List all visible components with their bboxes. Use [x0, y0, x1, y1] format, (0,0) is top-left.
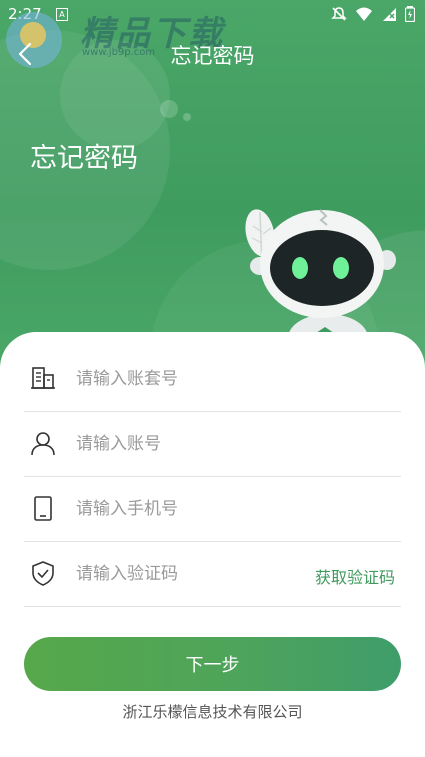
decor-dot [183, 113, 191, 121]
account-field [24, 412, 401, 477]
phone-icon [34, 496, 52, 521]
verification-code-input[interactable] [74, 556, 308, 592]
account-set-input[interactable] [74, 361, 308, 397]
hero-title: 忘记密码 [30, 143, 138, 174]
verification-code-field: 获取验证码 [24, 542, 401, 607]
wifi-icon [356, 7, 372, 21]
shield-icon [32, 561, 54, 586]
phone-field [24, 477, 401, 542]
page-title: 忘记密码 [170, 44, 255, 68]
decor-dot [160, 100, 178, 118]
user-icon [31, 432, 55, 456]
phone-input[interactable] [74, 491, 308, 527]
bell-off-icon [331, 7, 347, 21]
battery-icon [405, 6, 415, 22]
robot-mascot-illustration [245, 209, 396, 338]
account-set-field [24, 347, 401, 412]
account-input[interactable] [74, 426, 308, 462]
building-icon [31, 367, 55, 389]
signal-icon [383, 8, 396, 21]
hero-banner: 2:27 A 精品下载 www.jb9p.com [0, 0, 425, 380]
company-footer: 浙江乐檬信息技术有限公司 [122, 703, 303, 721]
get-code-button[interactable]: 获取验证码 [315, 564, 395, 588]
next-step-button[interactable]: 下一步 [24, 637, 401, 691]
